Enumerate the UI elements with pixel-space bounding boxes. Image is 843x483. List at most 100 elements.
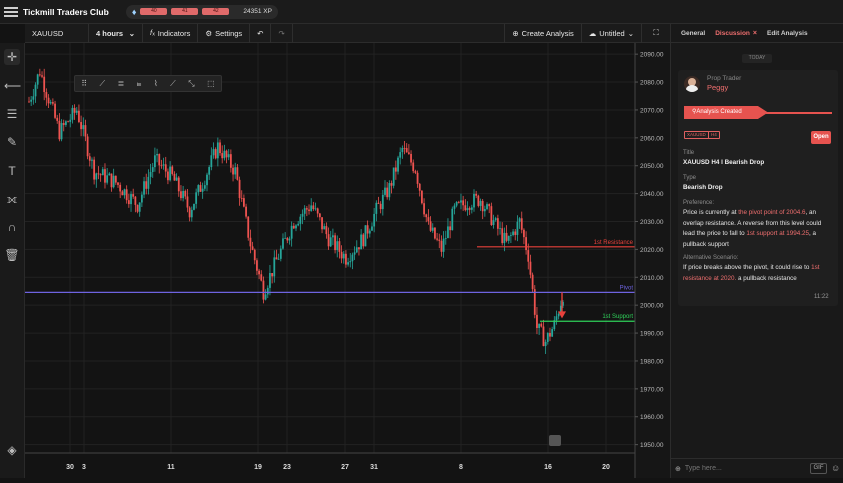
brush-tool-icon[interactable]: ⌇	[154, 79, 158, 88]
candle	[325, 226, 328, 235]
candle	[494, 218, 497, 221]
symbol-selector[interactable]: XAUUSD	[25, 23, 89, 43]
candle	[69, 119, 72, 122]
brush-icon[interactable]: ✎	[4, 134, 20, 150]
candle	[279, 248, 282, 259]
candle	[206, 174, 208, 186]
open-button[interactable]: Open	[811, 131, 831, 144]
candle	[180, 191, 182, 199]
tab-discussion[interactable]: Discussion ×	[715, 30, 757, 37]
layout-dropdown[interactable]: ☁ Untitled ⌄	[582, 23, 642, 43]
undo-button[interactable]: ↶	[250, 23, 272, 43]
message-input[interactable]	[684, 465, 805, 472]
candle	[186, 196, 189, 208]
price-tick-label: 1970.00	[640, 386, 664, 393]
candle	[470, 207, 473, 210]
redo-button[interactable]: ↷	[271, 23, 293, 43]
candle	[407, 152, 410, 154]
candle	[475, 193, 478, 196]
menu-icon[interactable]	[4, 5, 18, 19]
fullscreen-icon: ⛶	[653, 28, 659, 37]
candle	[32, 96, 35, 100]
indicators-label: Indicators	[157, 28, 191, 38]
preference-part: Price is currently at	[683, 209, 739, 216]
candle	[290, 225, 293, 239]
candle	[82, 125, 85, 130]
drag-handle-icon[interactable]: ⠿	[81, 79, 87, 88]
candle	[316, 208, 319, 214]
candle	[438, 239, 441, 241]
xp-count: 24351 XP	[243, 8, 272, 15]
candle	[104, 169, 106, 183]
magnet-icon[interactable]: ∩	[4, 219, 20, 235]
measure-icon[interactable]: ⤡	[188, 79, 194, 89]
undo-icon: ↶	[257, 28, 264, 38]
tab-general[interactable]: General	[681, 30, 705, 37]
price-tick-label: 2040.00	[640, 191, 664, 198]
candle	[62, 123, 65, 125]
price-axis: 2090.00 2080.00 2070.00 2060.00 2050.00 2040.…	[634, 43, 670, 478]
alternative-part: a pullback resistance	[736, 274, 797, 282]
settings-button[interactable]: ⚙ Settings	[198, 23, 251, 43]
candle	[138, 202, 141, 212]
text-icon[interactable]: T	[4, 163, 20, 179]
candle	[56, 117, 59, 121]
date-divider: TODAY	[742, 54, 772, 63]
emoji-icon[interactable]: ☺	[831, 463, 840, 473]
candle	[36, 74, 39, 85]
price-tick-label: 2020.00	[640, 247, 664, 254]
preference-text: Price is currently at the pivot point of…	[683, 208, 833, 250]
candle	[227, 154, 230, 158]
fullscreen-button[interactable]: ⛶	[642, 24, 670, 43]
layers-icon[interactable]: ◈	[4, 442, 20, 458]
indicators-button[interactable]: 𝑓ₓ Indicators	[143, 23, 199, 43]
candle	[71, 107, 74, 120]
candle	[269, 273, 271, 288]
candle	[117, 182, 119, 185]
diamond-icon: ♦	[131, 6, 137, 17]
candle	[288, 238, 291, 241]
crosshair-icon[interactable]: ✛	[4, 49, 20, 65]
time-tick-label: 23	[283, 464, 291, 471]
author-name[interactable]: Peggy	[707, 83, 728, 92]
gif-button[interactable]: GIF	[810, 463, 827, 474]
pattern-icon[interactable]: ⟗	[4, 191, 20, 207]
chart-canvas[interactable]: 1st Resistance2020.92Pivot2004.601st Sup…	[25, 43, 670, 478]
horizontal-line-icon[interactable]: ⟵	[4, 78, 21, 94]
candle	[512, 231, 514, 236]
candle	[421, 190, 423, 204]
add-icon[interactable]: ⊕	[675, 465, 681, 473]
create-analysis-button[interactable]: ⊕ Create Analysis	[504, 23, 582, 43]
candle	[28, 101, 30, 103]
message-composer: ⊕ GIF ☺	[671, 458, 843, 478]
fib-icon[interactable]: ≣	[118, 79, 125, 88]
tab-edit-analysis[interactable]: Edit Analysis	[767, 30, 808, 37]
time-tick-label: 8	[459, 464, 463, 471]
candle	[551, 329, 554, 337]
candle	[30, 99, 33, 102]
price-chart[interactable]: 1st Resistance2020.92Pivot2004.601st Sup…	[25, 43, 670, 478]
timeframe-selector[interactable]: 4 hours ⌄	[89, 23, 143, 43]
channel-icon[interactable]: ☰	[4, 106, 20, 122]
type-value: Bearish Drop	[683, 184, 723, 191]
candle	[358, 247, 360, 250]
close-icon[interactable]: ×	[753, 30, 757, 37]
lightbulb-icon	[549, 435, 561, 446]
candle	[49, 102, 52, 104]
trendline-icon[interactable]: ⟋	[100, 79, 106, 89]
candle	[160, 165, 163, 167]
candle	[518, 218, 521, 222]
pitchfork-icon[interactable]: ⫢	[137, 79, 142, 89]
candle	[51, 102, 54, 104]
chart-toolbar: XAUUSD 4 hours ⌄ 𝑓ₓ Indicators ⚙ Settings ↶…	[25, 23, 670, 43]
level-name: 1st Resistance	[594, 240, 634, 246]
candle	[297, 223, 300, 226]
candle	[555, 316, 558, 321]
trash-icon[interactable]: 🗑	[4, 247, 20, 263]
message-card: Prop Trader Peggy ⚲Analysis Created XAUU…	[678, 70, 838, 306]
candle	[210, 155, 213, 168]
ray-icon[interactable]: ⟋	[170, 79, 176, 89]
candle	[353, 252, 356, 255]
candle	[490, 206, 493, 226]
rectangle-icon[interactable]: ⬚	[207, 79, 215, 88]
